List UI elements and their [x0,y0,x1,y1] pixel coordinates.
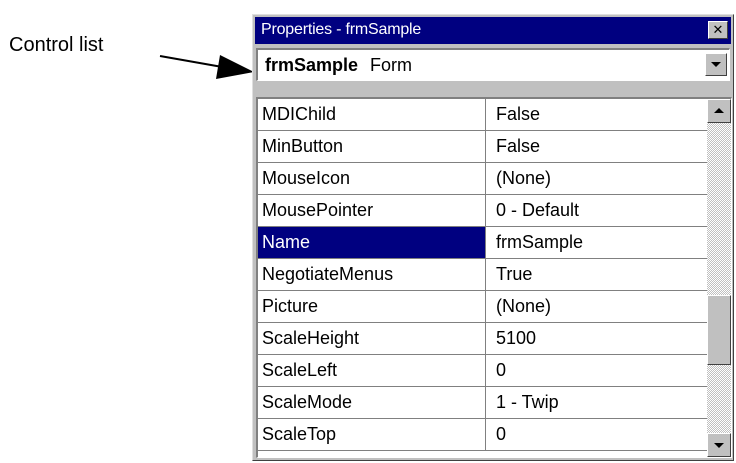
property-row-scalemode[interactable]: ScaleMode 1 - Twip [258,387,708,419]
property-name[interactable]: ScaleLeft [258,355,486,386]
scroll-up-button[interactable] [707,99,731,123]
vertical-scrollbar[interactable] [707,99,731,457]
title-bar[interactable]: Properties - frmSample ✕ [255,17,731,44]
property-name[interactable]: Picture [258,291,486,322]
property-value[interactable]: 1 - Twip [496,387,559,418]
property-row-scaleheight[interactable]: ScaleHeight 5100 [258,323,708,355]
control-list-combo[interactable]: frmSample Form [256,48,730,81]
properties-window: Properties - frmSample ✕ frmSample Form … [252,14,734,461]
property-row-mdichild[interactable]: MDIChild False [258,99,708,131]
chevron-down-icon [711,62,721,67]
close-icon: ✕ [712,22,724,37]
property-name[interactable]: MDIChild [258,99,486,130]
scroll-down-button[interactable] [707,433,731,457]
properties-grid: MDIChild False MinButton False MouseIcon (Non… [256,97,732,458]
property-value[interactable]: False [496,131,540,162]
window-title: Properties - frmSample [261,21,422,38]
property-value[interactable]: (None) [496,291,551,322]
property-value[interactable]: 0 [496,355,506,386]
property-row-mouseicon[interactable]: MouseIcon (None) [258,163,708,195]
arrow-down-icon [714,443,724,448]
property-name[interactable]: MinButton [258,131,486,162]
property-value[interactable]: 5100 [496,323,536,354]
property-value[interactable]: True [496,259,532,290]
property-row-picture[interactable]: Picture (None) [258,291,708,323]
property-row-minbutton[interactable]: MinButton False [258,131,708,163]
property-row-scaleleft[interactable]: ScaleLeft 0 [258,355,708,387]
close-button[interactable]: ✕ [708,21,728,39]
property-value[interactable]: False [496,99,540,130]
property-row-scaletop[interactable]: ScaleTop 0 [258,419,708,451]
property-value[interactable]: 0 - Default [496,195,579,226]
property-row-name[interactable]: Name frmSample [258,227,708,259]
property-name[interactable]: ScaleHeight [258,323,486,354]
property-rows: MDIChild False MinButton False MouseIcon (Non… [258,99,708,451]
property-value[interactable]: 0 [496,419,506,450]
property-name[interactable]: ScaleTop [258,419,486,450]
property-name[interactable]: MouseIcon [258,163,486,194]
callout-arrow [159,55,254,79]
property-row-negotiatemenus[interactable]: NegotiateMenus True [258,259,708,291]
control-list-dropdown-button[interactable] [705,53,727,76]
property-value[interactable]: frmSample [496,227,583,258]
property-name[interactable]: ScaleMode [258,387,486,418]
property-value[interactable]: (None) [496,163,551,194]
property-name[interactable]: NegotiateMenus [258,259,486,290]
property-row-mousepointer[interactable]: MousePointer 0 - Default [258,195,708,227]
control-list-callout-label: Control list [9,34,104,56]
control-name: frmSample [265,55,359,75]
control-type: Form [370,55,412,75]
arrow-up-icon [714,108,724,113]
property-name[interactable]: MousePointer [258,195,486,226]
property-name[interactable]: Name [258,227,486,258]
scrollbar-thumb[interactable] [707,295,731,365]
